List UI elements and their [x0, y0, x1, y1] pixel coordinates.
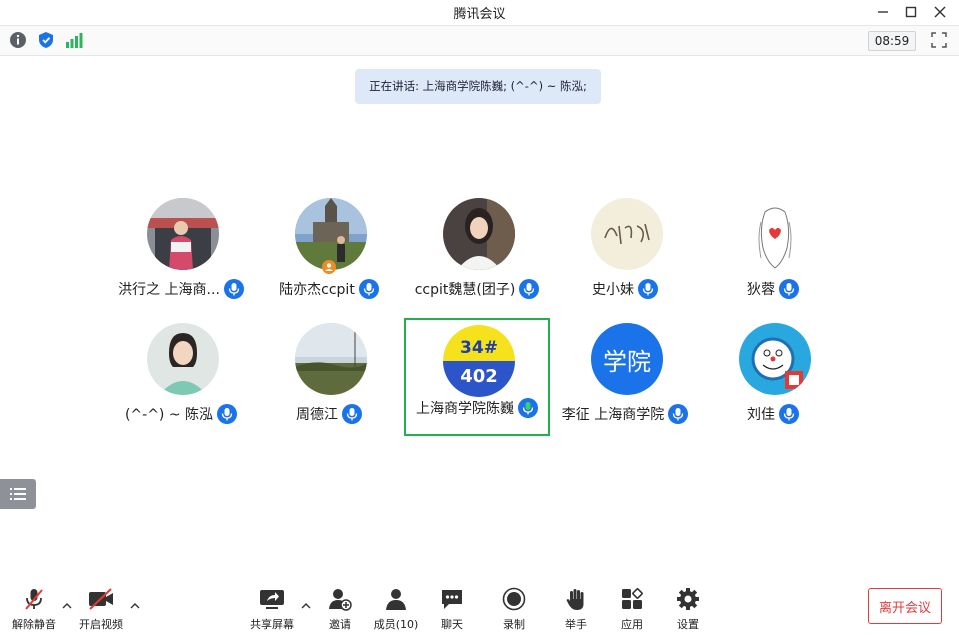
invite-label: 邀请	[329, 618, 351, 631]
avatar	[739, 323, 811, 395]
microphone-icon[interactable]	[358, 279, 379, 299]
participant-name: (^-^) ~ 陈泓	[124, 407, 214, 423]
close-button[interactable]	[929, 2, 951, 22]
signal-button[interactable]	[65, 31, 83, 49]
record-button[interactable]: 录制	[486, 586, 542, 632]
participant-tile[interactable]: 学院 李征 上海商学院	[552, 323, 698, 441]
avatar	[443, 198, 515, 270]
participant-tile[interactable]: 刘佳	[700, 323, 846, 441]
invite-button[interactable]: 邀请	[312, 586, 368, 632]
participant-tile[interactable]: 陆亦杰ccpit	[256, 198, 402, 316]
participant-tile[interactable]: 狄蓉	[700, 198, 846, 316]
security-button[interactable]	[37, 31, 55, 49]
start-video-button[interactable]: 开启视频	[73, 586, 129, 632]
members-label: 成员(10)	[373, 618, 419, 631]
microphone-icon[interactable]	[668, 404, 689, 424]
raise-hand-label: 举手	[565, 618, 587, 631]
participant-name: 史小妹	[592, 282, 634, 298]
video-off-icon	[89, 588, 113, 610]
leave-meeting-button[interactable]: 离开会议	[868, 588, 942, 624]
record-icon	[502, 587, 526, 611]
gear-icon	[677, 588, 699, 610]
microphone-icon[interactable]	[342, 404, 362, 424]
unmute-label: 解除静音	[12, 618, 56, 631]
microphone-muted-icon	[25, 589, 43, 610]
record-label: 录制	[503, 618, 525, 631]
avatar-text-top: 34#	[460, 338, 498, 358]
microphone-icon[interactable]	[779, 279, 799, 299]
meeting-timer: 08:59	[868, 31, 916, 51]
participant-name: 陆亦杰ccpit	[279, 282, 355, 298]
apps-icon	[622, 588, 643, 609]
share-screen-button[interactable]: 共享屏幕	[244, 586, 300, 632]
microphone-icon[interactable]	[223, 279, 244, 299]
microphone-icon[interactable]	[779, 404, 799, 424]
avatar-initials: 学院	[603, 347, 651, 376]
participant-name: 洪行之 上海商...	[118, 282, 220, 298]
speaking-banner: 正在讲话: 上海商学院陈巍; (^-^) ~ 陈泓;	[355, 69, 601, 104]
chat-label: 聊天	[441, 618, 463, 631]
microphone-speaking-icon[interactable]	[518, 398, 538, 418]
microphone-icon[interactable]	[519, 279, 540, 299]
maximize-button[interactable]	[900, 2, 922, 22]
avatar	[147, 198, 219, 270]
share-screen-icon	[260, 590, 284, 609]
apps-label: 应用	[621, 618, 643, 631]
toggle-list-view-button[interactable]	[0, 479, 36, 509]
unmute-button[interactable]: 解除静音	[6, 586, 62, 632]
participant-name: ccpit魏慧(团子)	[414, 282, 516, 298]
members-button[interactable]: 成员(10)	[368, 586, 424, 632]
close-icon	[934, 6, 946, 18]
settings-label: 设置	[677, 618, 699, 631]
participant-tile[interactable]: 周德江	[256, 323, 402, 441]
chat-icon	[442, 590, 462, 609]
apps-button[interactable]: 应用	[604, 586, 660, 632]
host-icon	[322, 260, 336, 274]
signal-strength-icon	[66, 33, 83, 48]
audio-options-caret-icon[interactable]	[62, 602, 72, 610]
microphone-icon[interactable]	[217, 404, 238, 424]
participant-name: 李征 上海商学院	[561, 407, 665, 423]
chat-button[interactable]: 聊天	[424, 586, 480, 632]
avatar-text-bottom: 402	[460, 366, 498, 387]
shield-icon	[39, 32, 53, 48]
list-icon	[10, 488, 26, 500]
members-icon	[386, 589, 406, 610]
share-screen-label: 共享屏幕	[250, 618, 294, 631]
fullscreen-icon	[931, 32, 947, 48]
participant-tile[interactable]: 洪行之 上海商...	[108, 198, 254, 316]
minimize-button[interactable]	[872, 2, 894, 22]
participant-name: 周德江	[296, 407, 338, 423]
bottom-control-bar: 解除静音 开启视频 共享屏幕 邀请 成员(10) 聊天 录制 举手 应用 设置	[0, 580, 959, 635]
meeting-info-button[interactable]	[9, 31, 27, 49]
avatar: 学院	[591, 323, 663, 395]
minimize-icon	[878, 11, 888, 13]
maximize-icon	[905, 6, 917, 18]
avatar: 34# 402	[443, 325, 515, 397]
participant-name: 上海商学院陈巍	[416, 401, 514, 417]
avatar	[591, 198, 663, 270]
avatar	[739, 198, 811, 270]
add-person-icon	[329, 589, 352, 611]
start-video-label: 开启视频	[79, 618, 123, 631]
participant-tile[interactable]: (^-^) ~ 陈泓	[108, 323, 254, 441]
participant-tile[interactable]: ccpit魏慧(团子)	[404, 198, 550, 316]
title-bar: 腾讯会议	[0, 0, 959, 24]
avatar	[295, 323, 367, 395]
participant-name: 刘佳	[747, 407, 775, 423]
meeting-toolbar: 08:59	[0, 25, 959, 56]
window-title: 腾讯会议	[453, 7, 506, 22]
participant-name: 狄蓉	[747, 282, 775, 298]
info-icon	[10, 32, 26, 48]
microphone-icon[interactable]	[638, 279, 658, 299]
participant-tile-active-speaker[interactable]: 34# 402 上海商学院陈巍	[404, 318, 550, 436]
fullscreen-button[interactable]	[930, 31, 948, 49]
avatar	[147, 323, 219, 395]
participant-tile[interactable]: 史小妹	[552, 198, 698, 316]
video-options-caret-icon[interactable]	[130, 602, 140, 610]
raise-hand-icon	[566, 589, 584, 610]
raise-hand-button[interactable]: 举手	[548, 586, 604, 632]
share-options-caret-icon[interactable]	[301, 602, 311, 610]
settings-button[interactable]: 设置	[660, 586, 716, 632]
